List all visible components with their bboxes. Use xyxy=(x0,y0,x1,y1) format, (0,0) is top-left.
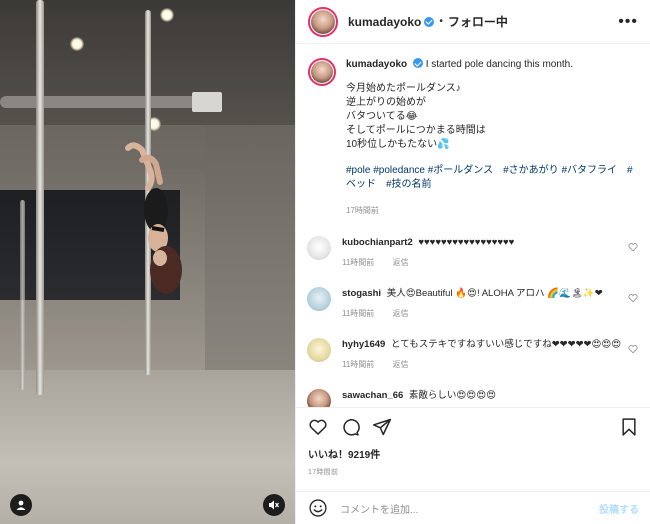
caption-line: バタついてる😂 xyxy=(346,111,418,122)
verified-icon xyxy=(424,16,435,27)
smile-icon[interactable] xyxy=(308,498,328,518)
more-options-button[interactable]: ••• xyxy=(618,13,638,31)
action-bar: いいね！9219件 17時間前 xyxy=(296,407,650,477)
post-button[interactable]: 投稿する xyxy=(599,501,639,516)
comment-item: hyhy1649 とてもステキですねすいい感じですね❤❤❤❤❤😍😍😍 11時間前… xyxy=(307,338,638,371)
action-icons xyxy=(308,408,639,446)
heart-icon[interactable] xyxy=(628,293,638,303)
commenter-avatar[interactable] xyxy=(307,287,331,311)
user-tag-button[interactable] xyxy=(10,494,32,516)
comment-body: hyhy1649 とてもステキですねすいい感じですね❤❤❤❤❤😍😍😍 11時間前… xyxy=(342,338,622,371)
dancer-figure xyxy=(125,142,182,294)
comments-list[interactable]: kumadayoko I started pole dancing this m… xyxy=(296,44,650,407)
reply-button[interactable]: 返信 xyxy=(393,360,409,369)
caption-lines: 今月始めたポールダンス♪ 逆上がりの始めが バタついてる😂 そしてポールにつかま… xyxy=(346,82,638,152)
comment-age: 11時間前 xyxy=(342,360,375,369)
ceiling-light xyxy=(70,37,84,51)
commenter-username[interactable]: hyhy1649 xyxy=(342,339,385,350)
comment-item: sawachan_66 素敵らしい😍😍😍😍 xyxy=(307,389,638,407)
mute-button[interactable] xyxy=(263,494,285,516)
comment-body: stogashi 美人😍Beautiful 🔥😍! ALOHA アロハ 🌈🌊🏝✨… xyxy=(342,287,622,320)
caption-age: 17時間前 xyxy=(346,206,379,215)
user-icon xyxy=(16,500,26,510)
comment-body: sawachan_66 素敵らしい😍😍😍😍 xyxy=(342,389,622,407)
comment-text: ♥♥♥♥♥♥♥♥♥♥♥♥♥♥♥♥♥ xyxy=(418,237,515,248)
comment-meta: 11時間前 返信 xyxy=(342,307,622,320)
reply-button[interactable]: 返信 xyxy=(393,258,409,267)
caption-body: kumadayoko I started pole dancing this m… xyxy=(346,58,638,218)
add-comment-bar: コメントを追加... 投稿する xyxy=(296,491,650,524)
comment-meta: 11時間前 返信 xyxy=(342,256,622,269)
comment-body: kubochianpart2 ♥♥♥♥♥♥♥♥♥♥♥♥♥♥♥♥♥ 11時間前 返… xyxy=(342,236,622,269)
commenter-username[interactable]: sawachan_66 xyxy=(342,390,403,401)
comment-age: 11時間前 xyxy=(342,258,375,267)
comment-text: 美人😍Beautiful 🔥😍! ALOHA アロハ 🌈🌊🏝✨❤ xyxy=(386,288,603,299)
caption-hashtags[interactable]: #pole #poledance #ポールダンス #さかあがり #バタフライ #… xyxy=(346,164,638,192)
post-timestamp[interactable]: 17時間前 xyxy=(308,467,639,477)
heart-icon[interactable] xyxy=(308,417,328,437)
likes-count[interactable]: いいね！9219件 xyxy=(308,446,639,461)
caption-line: 今月始めたポールダンス♪ xyxy=(346,83,461,94)
comment-age: 11時間前 xyxy=(342,309,375,318)
ceiling-duct xyxy=(0,96,210,108)
comment-meta: 11時間前 返信 xyxy=(342,358,622,371)
video-player[interactable] xyxy=(0,0,295,524)
caption-line: そしてポールにつかまる時間は xyxy=(346,125,486,136)
verified-icon xyxy=(412,58,423,68)
header-separator: • xyxy=(439,16,443,27)
side-wall xyxy=(205,125,295,385)
comment-icon[interactable] xyxy=(340,417,360,437)
comment-input[interactable]: コメントを追加... xyxy=(340,501,599,516)
caption: kumadayoko I started pole dancing this m… xyxy=(308,58,638,218)
commenter-username[interactable]: kubochianpart2 xyxy=(342,237,413,248)
author-avatar[interactable] xyxy=(308,6,338,37)
caption-username[interactable]: kumadayoko xyxy=(346,59,407,70)
post-header: kumadayoko • フォロー中 ••• xyxy=(296,0,650,44)
share-icon[interactable] xyxy=(372,417,392,437)
commenter-avatar[interactable] xyxy=(307,389,331,407)
floor xyxy=(0,370,295,524)
vent xyxy=(192,92,222,112)
caption-first-line: I started pole dancing this month. xyxy=(425,59,574,70)
dance-pole xyxy=(20,200,25,390)
bookmark-icon[interactable] xyxy=(619,417,639,437)
commenter-avatar[interactable] xyxy=(307,236,331,260)
comment-text: 素敵らしい😍😍😍😍 xyxy=(408,390,497,401)
caption-avatar[interactable] xyxy=(308,58,336,86)
caption-line: 逆上がりの始めが xyxy=(346,97,426,108)
post-panel: kumadayoko • フォロー中 ••• kumadayoko I star… xyxy=(295,0,650,524)
commenter-avatar[interactable] xyxy=(307,338,331,362)
author-username[interactable]: kumadayoko xyxy=(348,15,421,29)
mute-icon xyxy=(269,500,279,510)
comment-text: とてもステキですねすいい感じですね❤❤❤❤❤😍😍😍 xyxy=(390,339,622,350)
comment-item: stogashi 美人😍Beautiful 🔥😍! ALOHA アロハ 🌈🌊🏝✨… xyxy=(307,287,638,320)
ceiling-light xyxy=(160,8,174,22)
dance-pole xyxy=(36,0,44,395)
heart-icon[interactable] xyxy=(628,242,638,252)
comment-item: kubochianpart2 ♥♥♥♥♥♥♥♥♥♥♥♥♥♥♥♥♥ 11時間前 返… xyxy=(307,236,638,269)
reply-button[interactable]: 返信 xyxy=(393,309,409,318)
caption-line: 10秒位しかもたない💦 xyxy=(346,139,450,150)
commenter-username[interactable]: stogashi xyxy=(342,288,381,299)
heart-icon[interactable] xyxy=(628,344,638,354)
follow-button[interactable]: フォロー中 xyxy=(448,13,508,30)
